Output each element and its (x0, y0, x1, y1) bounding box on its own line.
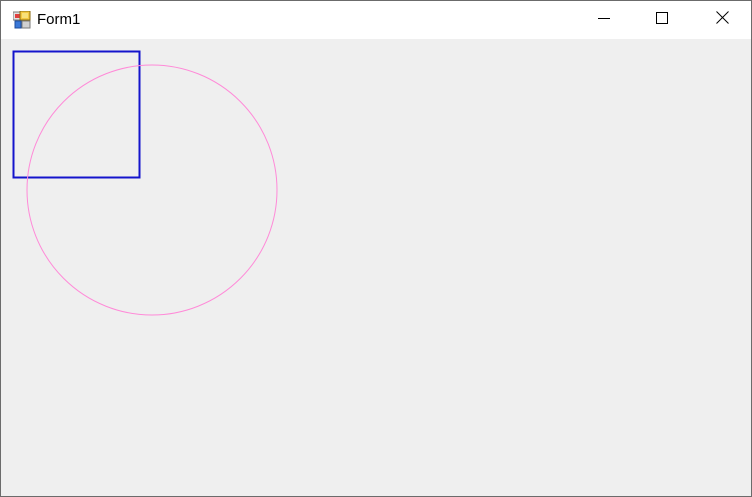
pink-circle (26, 64, 278, 316)
blue-rectangle (12, 50, 141, 179)
maximize-icon (656, 11, 668, 29)
maximize-button[interactable] (639, 1, 685, 39)
drawing-canvas (12, 50, 278, 316)
form-client-area[interactable] (1, 39, 751, 496)
app-icon[interactable] (12, 10, 31, 29)
minimize-button[interactable] (581, 1, 627, 39)
form1-window: Form1 (0, 0, 752, 497)
close-icon (715, 11, 729, 29)
title-bar[interactable]: Form1 (1, 1, 751, 39)
window-title: Form1 (37, 11, 81, 28)
close-button[interactable] (699, 1, 745, 39)
minimize-icon (598, 11, 610, 29)
